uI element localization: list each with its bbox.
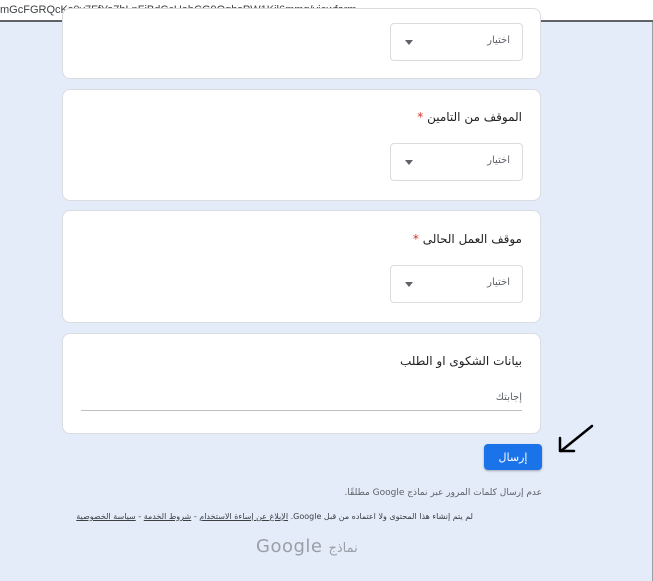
password-warning: عدم إرسال كلمات المرور عبر نماذج Google … (344, 488, 542, 498)
required-asterisk: * (417, 110, 424, 124)
dropdown-previous[interactable]: اختيار (390, 23, 523, 61)
separator: - (138, 512, 142, 521)
question-card-previous: اختيار (62, 8, 541, 79)
terms-link[interactable]: شروط الخدمة (144, 512, 192, 521)
required-asterisk: * (412, 232, 419, 246)
question-title-text: بيانات الشكوى او الطلب (400, 354, 522, 368)
dropdown-insurance[interactable]: اختيار (390, 143, 523, 181)
question-card-employment: موقف العمل الحالى * اختيار (62, 210, 541, 323)
brand-google: Google (256, 536, 323, 557)
brand-forms: نماذج (328, 541, 358, 556)
chevron-down-icon (405, 160, 413, 165)
question-card-insurance: الموقف من التامين * اختيار (62, 89, 541, 201)
privacy-link[interactable]: سياسة الخصوصية (76, 512, 135, 521)
footer-links: لم يتم إنشاء هذا المحتوى ولا اعتماده من … (76, 512, 473, 521)
separator: - (193, 512, 197, 521)
dropdown-placeholder: اختيار (487, 35, 510, 46)
question-title: بيانات الشكوى او الطلب (400, 354, 522, 368)
chevron-down-icon (405, 282, 413, 287)
report-abuse-link[interactable]: الإبلاغ عن إساءة الاستخدام (199, 512, 288, 521)
question-card-complaint: بيانات الشكوى او الطلب إجابتك (62, 333, 541, 434)
answer-underline (81, 410, 522, 411)
dropdown-employment[interactable]: اختيار (390, 265, 523, 303)
chevron-down-icon (405, 40, 413, 45)
dropdown-placeholder: اختيار (487, 155, 510, 166)
dropdown-placeholder: اختيار (487, 277, 510, 288)
arrow-annotation-icon (558, 424, 594, 453)
question-title-text: الموقف من التامين (427, 110, 522, 124)
answer-input[interactable]: إجابتك (496, 392, 522, 403)
question-title-text: موقف العمل الحالى (422, 232, 522, 246)
question-title: موقف العمل الحالى * (413, 232, 522, 246)
submit-button[interactable]: إرسال (484, 444, 542, 470)
disclaimer-text: لم يتم إنشاء هذا المحتوى ولا اعتماده من … (290, 512, 473, 521)
question-title: الموقف من التامين * (417, 110, 522, 124)
google-forms-logo[interactable]: Google نماذج (256, 536, 358, 557)
